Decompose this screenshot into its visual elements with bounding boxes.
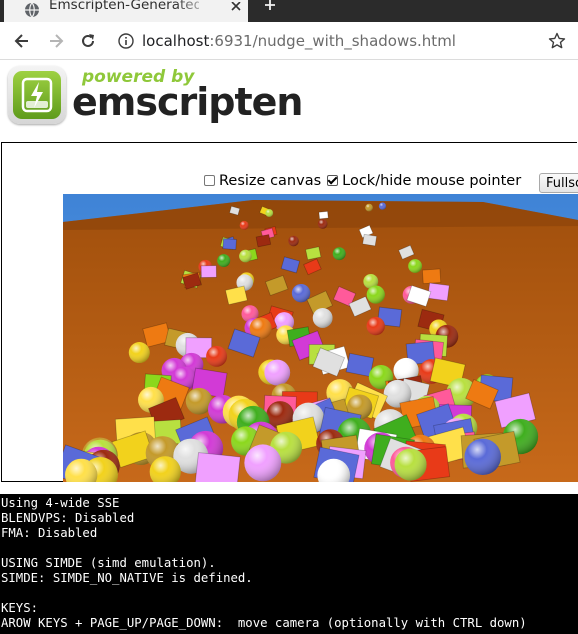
webgl-canvas[interactable] <box>63 194 578 482</box>
sphere-shading <box>366 285 385 304</box>
sphere-shading <box>217 254 231 268</box>
physics-scene <box>63 194 578 482</box>
forward-arrow-icon[interactable] <box>46 31 66 51</box>
sphere-shading <box>244 444 282 482</box>
lock-pointer-checkbox[interactable] <box>327 175 339 186</box>
canvas-controls: Resize canvas Lock/hide mouse pointer <box>204 173 527 193</box>
lock-pointer-label: Lock/hide mouse pointer <box>342 173 522 189</box>
console-line: USING SIMDE (simd emulation). <box>1 556 216 570</box>
browser-tab[interactable]: Emscripten-Generated Code <box>4 0 248 22</box>
console-line: SIMDE: SIMDE_NO_NATIVE is defined. <box>1 571 253 585</box>
close-tab-icon[interactable] <box>228 2 244 18</box>
back-arrow-icon[interactable] <box>12 31 32 51</box>
url-text: localhost:6931/nudge_with_shadows.html <box>142 31 456 51</box>
address-bar[interactable]: localhost:6931/nudge_with_shadows.html <box>110 27 578 55</box>
logo-wordmark: emscripten <box>72 80 303 124</box>
new-tab-icon[interactable] <box>262 0 278 16</box>
console-line: Using 4-wide SSE <box>1 496 120 510</box>
box-body <box>200 265 217 278</box>
logo-badge <box>8 66 66 124</box>
box-body <box>362 233 378 247</box>
sphere-shading <box>332 247 346 261</box>
sphere-shading <box>317 219 328 229</box>
url-host: localhost <box>142 32 210 50</box>
bookmark-star-icon[interactable] <box>548 32 566 50</box>
url-port: :6931 <box>209 32 253 50</box>
sphere-shading <box>394 448 427 481</box>
reload-icon[interactable] <box>78 31 98 51</box>
sphere-shading <box>265 209 274 217</box>
url-path: /nudge_with_shadows.html <box>252 32 456 50</box>
sphere-shading <box>264 359 291 386</box>
sphere-shading <box>365 203 373 212</box>
sphere-shading <box>128 342 150 364</box>
console-line: BLENDVPS: Disabled <box>1 511 135 525</box>
browser-toolbar: localhost:6931/nudge_with_shadows.html <box>0 22 578 60</box>
sphere-shading <box>239 249 252 263</box>
sphere-shading <box>206 345 228 367</box>
box-body <box>305 246 322 261</box>
browser-tab-bar: Emscripten-Generated Code <box>0 0 578 22</box>
sphere-shading <box>312 307 333 328</box>
console-line: FMA: Disabled <box>1 526 98 540</box>
box-body <box>222 238 237 250</box>
resize-canvas-label: Resize canvas <box>219 173 322 189</box>
sphere-shading <box>378 202 387 210</box>
fullscreen-button[interactable]: Fullscreen <box>539 173 578 193</box>
box-body <box>194 452 241 482</box>
console-line: KEYS: <box>1 601 39 615</box>
console-output: Using 4-wide SSE BLENDVPS: Disabled FMA:… <box>0 494 578 634</box>
sphere-shading <box>408 259 422 273</box>
resize-canvas-checkbox[interactable] <box>204 175 215 186</box>
sphere-shading <box>366 316 385 336</box>
site-info-icon[interactable] <box>118 33 134 49</box>
tab-title-fade <box>174 0 214 22</box>
sphere-shading <box>464 438 501 476</box>
emscripten-logo: powered by emscripten <box>8 66 303 128</box>
box-body <box>421 268 442 285</box>
sphere-shading <box>239 220 249 230</box>
lightning-battery-icon <box>21 77 53 113</box>
box-body <box>255 234 272 248</box>
box-body <box>318 210 329 220</box>
sphere-shading <box>288 235 299 247</box>
console-line: AROW KEYS + PAGE_UP/PAGE_DOWN: move came… <box>1 616 527 630</box>
globe-icon <box>25 2 39 18</box>
